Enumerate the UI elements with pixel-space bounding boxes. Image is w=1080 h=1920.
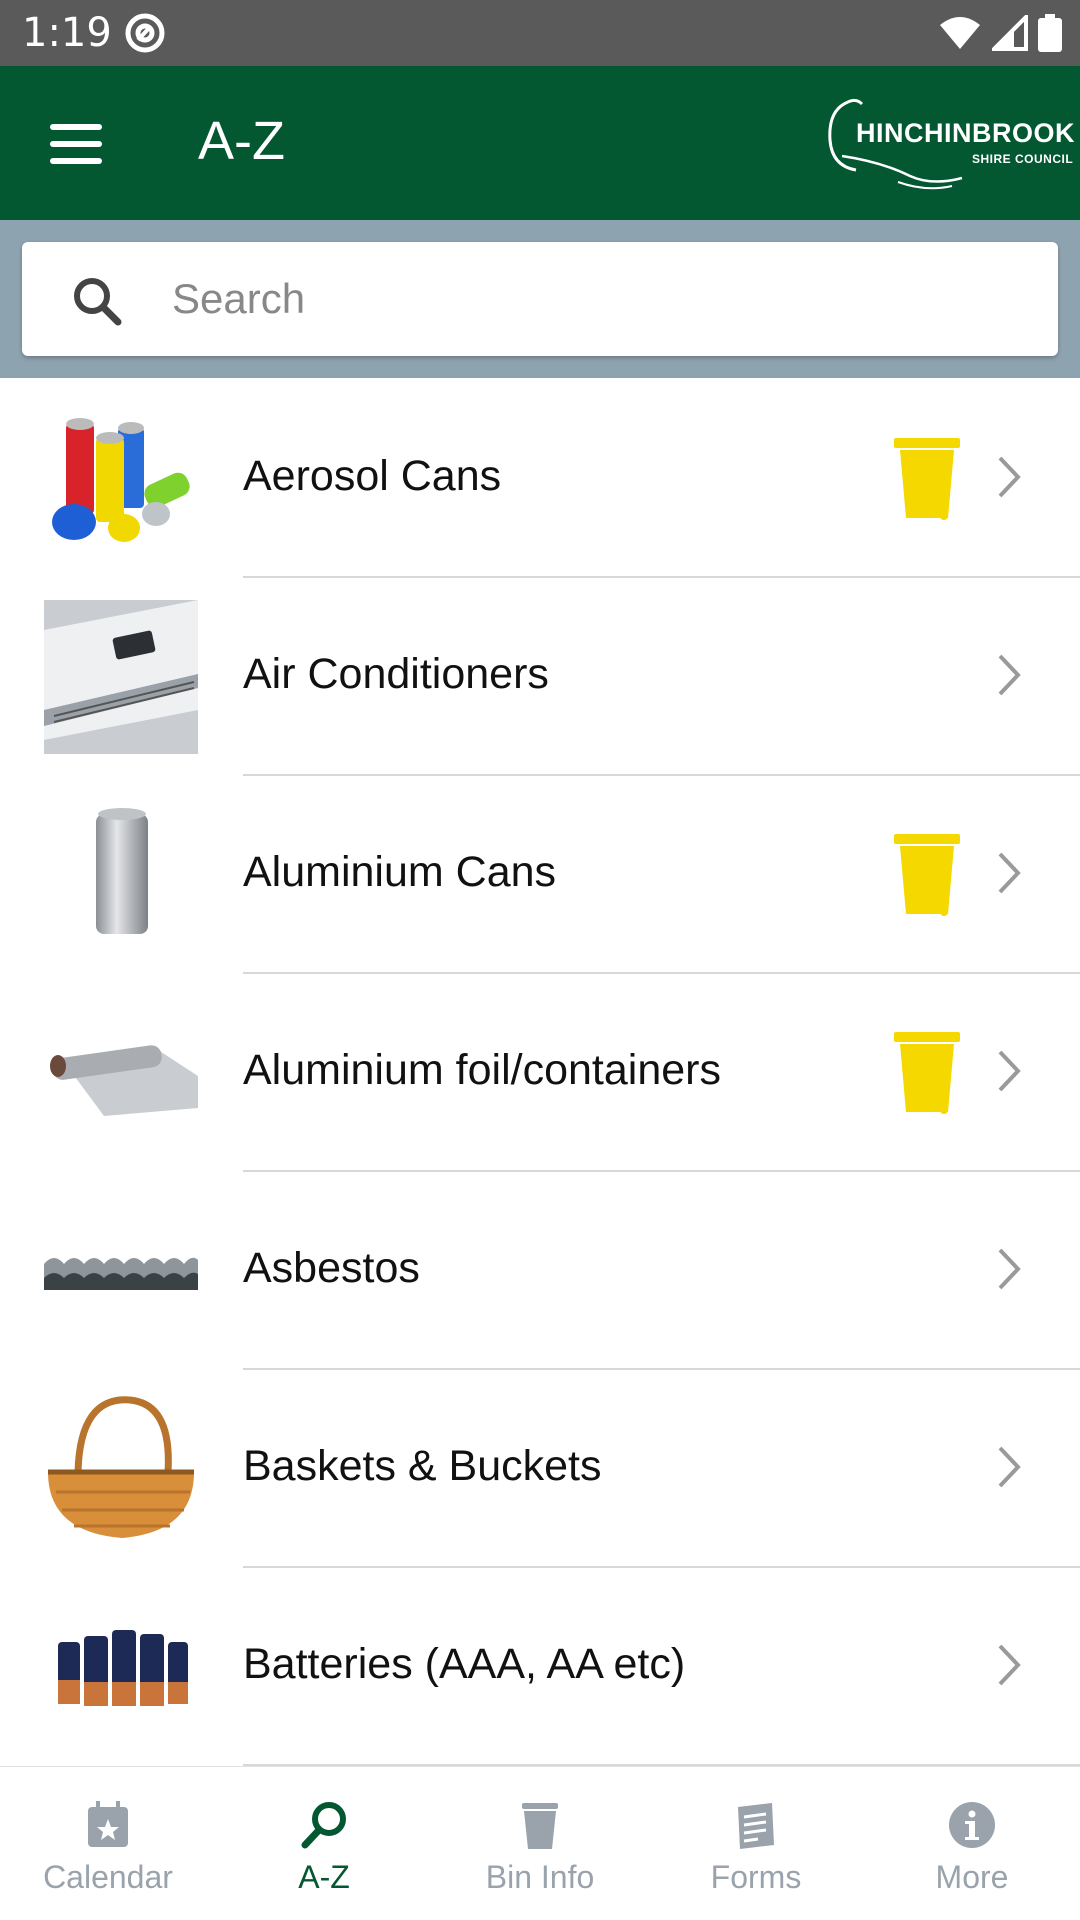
- list-item[interactable]: Air Conditioners: [0, 578, 1080, 776]
- az-list: Aerosol Cans Air Conditioners Aluminium …: [0, 380, 1080, 1766]
- item-label: Aluminium Cans: [243, 848, 557, 896]
- logo-subtitle: SHIRE COUNCIL: [972, 152, 1074, 166]
- yellow-bin-icon: [894, 438, 960, 520]
- search-icon: [74, 278, 122, 326]
- nav-label: More: [935, 1859, 1009, 1895]
- list-item[interactable]: Asbestos: [0, 1172, 1080, 1370]
- menu-button[interactable]: [44, 118, 108, 170]
- search-box[interactable]: [22, 242, 1058, 356]
- search-icon: [301, 1802, 346, 1849]
- chevron-right-icon: [998, 456, 1021, 498]
- list-item[interactable]: Aerosol Cans: [0, 380, 1080, 578]
- menu-line: [50, 141, 102, 147]
- aerosol-cans-thumbnail: [44, 402, 198, 556]
- item-label: Baskets & Buckets: [243, 1442, 602, 1490]
- app-bar: A-Z HINCHINBROOK SHIRE COUNCIL: [0, 66, 1080, 220]
- wifi-icon: [940, 17, 980, 49]
- list-item[interactable]: Baskets & Buckets: [0, 1370, 1080, 1568]
- basket-thumbnail: [44, 1392, 198, 1546]
- nav-more[interactable]: More: [864, 1767, 1080, 1920]
- chevron-right-icon: [998, 1644, 1021, 1686]
- list-item[interactable]: Batteries (AAA, AA etc): [0, 1568, 1080, 1766]
- bottom-nav: Calendar A-Z Bin Info Forms More: [0, 1766, 1080, 1920]
- chevron-right-icon: [998, 654, 1021, 696]
- battery-icon: [1038, 14, 1062, 52]
- list-item[interactable]: Aluminium Cans: [0, 776, 1080, 974]
- cellular-signal-icon: [992, 15, 1028, 51]
- item-label: Batteries (AAA, AA etc): [243, 1640, 686, 1688]
- chevron-right-icon: [998, 1050, 1021, 1092]
- nav-label: Bin Info: [485, 1859, 595, 1895]
- nav-a-z[interactable]: A-Z: [216, 1767, 432, 1920]
- chevron-right-icon: [998, 1248, 1021, 1290]
- search-area: [0, 220, 1080, 378]
- nav-bin-info[interactable]: Bin Info: [432, 1767, 648, 1920]
- item-label: Aluminium foil/containers: [243, 1046, 721, 1094]
- nav-forms[interactable]: Forms: [648, 1767, 864, 1920]
- calendar-icon: [88, 1801, 128, 1847]
- batteries-thumbnail: [44, 1590, 198, 1744]
- air-conditioner-thumbnail: [44, 600, 198, 754]
- nav-label: Forms: [710, 1859, 802, 1895]
- asbestos-thumbnail: [44, 1194, 198, 1348]
- chevron-right-icon: [998, 1446, 1021, 1488]
- list-item[interactable]: Aluminium foil/containers: [0, 974, 1080, 1172]
- status-time: 1:19: [22, 10, 112, 56]
- logo-title: HINCHINBROOK: [856, 118, 1075, 148]
- yellow-bin-icon: [894, 834, 960, 916]
- page-title: A-Z: [198, 111, 285, 171]
- council-logo: HINCHINBROOK SHIRE COUNCIL: [822, 96, 1075, 192]
- status-icons: [938, 12, 1062, 54]
- item-label: Air Conditioners: [243, 650, 549, 698]
- status-bar: 1:19: [0, 0, 1080, 66]
- info-icon: [949, 1802, 995, 1848]
- yellow-bin-icon: [894, 1032, 960, 1114]
- nav-calendar[interactable]: Calendar: [0, 1767, 216, 1920]
- search-input[interactable]: [172, 264, 1032, 334]
- menu-line: [50, 124, 102, 130]
- item-label: Asbestos: [243, 1244, 420, 1292]
- nav-label: Calendar: [43, 1859, 173, 1895]
- bin-icon: [522, 1803, 558, 1849]
- aluminium-foil-thumbnail: [44, 996, 198, 1150]
- nav-label: A-Z: [298, 1859, 350, 1895]
- at-sign-icon: [125, 13, 165, 53]
- item-label: Aerosol Cans: [243, 452, 502, 500]
- chevron-right-icon: [998, 852, 1021, 894]
- document-icon: [738, 1803, 774, 1849]
- aluminium-can-thumbnail: [44, 798, 198, 952]
- menu-line: [50, 158, 102, 164]
